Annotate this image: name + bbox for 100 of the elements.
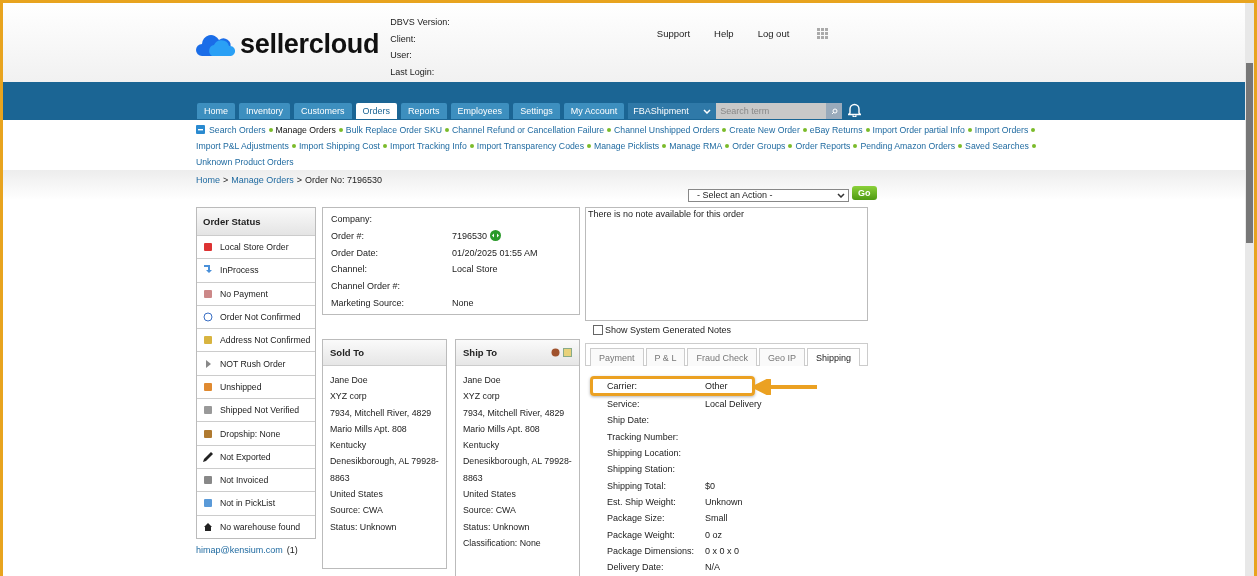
- field-value: Unknown: [705, 496, 743, 507]
- address-line: Jane Doe: [330, 374, 369, 387]
- field-label: Carrier:: [607, 381, 638, 391]
- logo-text[interactable]: sellercloud: [240, 29, 380, 60]
- breadcrumb-current: Order No: 7196530: [305, 175, 383, 187]
- square-icon: [203, 335, 213, 346]
- user-link[interactable]: himap@kensium.com: [196, 544, 283, 555]
- nav-tab[interactable]: Home: [197, 103, 235, 119]
- sub-nav-link[interactable]: Import Shipping Cost: [298, 141, 380, 151]
- field-label: Company:: [331, 214, 374, 224]
- square-icon: [203, 498, 213, 509]
- status-label: InProcess: [220, 265, 259, 276]
- sub-nav-link[interactable]: Import Orders: [974, 125, 1029, 135]
- bell-icon[interactable]: [848, 103, 862, 117]
- sub-nav-link[interactable]: Channel Refund or Cancellation Failure: [451, 125, 605, 135]
- nav-tab[interactable]: My Account: [563, 103, 625, 119]
- square-icon: [203, 405, 213, 416]
- action-select[interactable]: - Select an Action -: [688, 188, 849, 202]
- detail-tab[interactable]: Geo IP: [758, 348, 805, 366]
- sub-nav-link[interactable]: Import P&L Adjustments: [196, 141, 289, 151]
- status-label: Unshipped: [220, 381, 262, 392]
- field-value: Other: [705, 381, 728, 391]
- info-label: User:: [390, 50, 413, 60]
- sub-nav-link[interactable]: Order Reports: [795, 141, 851, 151]
- field-value: Local Store: [452, 264, 498, 275]
- sub-nav-link[interactable]: Import Transparency Codes: [476, 141, 584, 151]
- scrollbar-thumb[interactable]: [1246, 63, 1253, 243]
- field-label: Service:: [607, 399, 641, 410]
- collapse-icon[interactable]: [196, 125, 205, 134]
- checkbox[interactable]: [593, 325, 603, 335]
- status-label: Not in PickList: [220, 498, 276, 509]
- address-line: 7934, Mitchell River, 4829: [463, 406, 566, 420]
- address-line: Jane Doe: [463, 374, 502, 387]
- detail-tab[interactable]: Payment: [590, 348, 644, 366]
- sub-nav-link[interactable]: Import Order partial Info: [872, 125, 965, 135]
- address-line: Mario Mills Apt. 808: [330, 422, 408, 436]
- sub-nav-link[interactable]: Unknown Product Orders: [196, 157, 294, 167]
- user-count: (1): [286, 544, 298, 555]
- detail-tab[interactable]: Shipping: [806, 348, 860, 366]
- field-value: 01/20/2025 01:55 AM: [452, 247, 538, 258]
- sub-nav-link[interactable]: eBay Returns: [809, 125, 863, 135]
- sub-nav-link[interactable]: Create New Order: [729, 125, 800, 135]
- detail-tab[interactable]: P & L: [645, 348, 686, 366]
- arrows-icon[interactable]: [490, 230, 502, 242]
- sub-nav-link[interactable]: Saved Searches: [965, 141, 1029, 151]
- address-line: 8863: [463, 471, 484, 485]
- status-label: No Payment: [220, 288, 268, 299]
- nav-tab[interactable]: Customers: [294, 103, 352, 119]
- store-dropdown[interactable]: FBAShipment: [628, 103, 717, 119]
- field-value: None: [452, 298, 474, 308]
- sub-nav-link[interactable]: Order Groups: [732, 141, 786, 151]
- status-label: NOT Rush Order: [220, 358, 286, 369]
- sub-nav-link[interactable]: Search Orders: [209, 125, 266, 135]
- address-line: Denesikborough, AL 79928-: [463, 455, 572, 469]
- sub-nav-link[interactable]: Bulk Replace Order SKU: [345, 125, 442, 135]
- search-button[interactable]: [826, 103, 843, 119]
- address-line: Classification: None: [463, 536, 542, 550]
- field-label: Package Dimensions:: [607, 545, 696, 556]
- nav-tab[interactable]: Employees: [450, 103, 510, 119]
- address-line: 8863: [330, 471, 351, 485]
- sub-nav-link[interactable]: Import Tracking Info: [390, 141, 467, 151]
- field-value: 7196530: [452, 230, 488, 241]
- scrollbar[interactable]: [1245, 3, 1254, 576]
- address-line: United States: [463, 488, 517, 502]
- status-label: Local Store Order: [220, 242, 289, 253]
- arrow-icon: [203, 265, 213, 276]
- field-label: Delivery Date:: [607, 562, 665, 573]
- sub-nav-link[interactable]: Channel Unshipped Orders: [614, 125, 720, 135]
- panel-title: Order Status: [197, 208, 315, 235]
- info-label: DBVS Version:: [390, 17, 450, 27]
- field-label: Order #:: [331, 230, 365, 241]
- address-line: Status: Unknown: [463, 520, 531, 534]
- detail-tab[interactable]: Fraud Check: [687, 348, 757, 366]
- app-grid-icon[interactable]: [817, 27, 829, 39]
- status-label: Not Exported: [220, 451, 271, 462]
- sub-nav-link[interactable]: Pending Amazon Orders: [860, 141, 956, 151]
- nav-tab[interactable]: Orders: [355, 103, 398, 119]
- field-label: Est. Ship Weight:: [607, 496, 677, 507]
- field-value: N/A: [705, 562, 720, 573]
- sub-nav-link[interactable]: Manage Picklists: [594, 141, 660, 151]
- info-label: Client:: [390, 33, 417, 44]
- status-label: Order Not Confirmed: [220, 312, 301, 323]
- breadcrumb-link[interactable]: Manage Orders: [231, 175, 294, 187]
- nav-tab[interactable]: Inventory: [239, 103, 291, 119]
- sub-nav-link[interactable]: Manage RMA: [669, 141, 723, 151]
- breadcrumb-link[interactable]: Home: [196, 175, 220, 187]
- panel-title: Sold To: [330, 347, 365, 358]
- header-link[interactable]: Log out: [757, 27, 790, 39]
- nav-tab[interactable]: Settings: [513, 103, 560, 119]
- address-line: Kentucky: [463, 439, 501, 453]
- field-value: 0 x 0 x 0: [705, 545, 740, 556]
- house-icon: [203, 521, 213, 532]
- map-pin-icon[interactable]: [551, 348, 560, 357]
- sub-nav-link[interactable]: Manage Orders: [275, 125, 336, 135]
- header-link[interactable]: Help: [714, 27, 734, 39]
- nav-tab[interactable]: Reports: [401, 103, 447, 119]
- status-label: Not Invoiced: [220, 475, 269, 486]
- address-line: XYZ corp: [330, 390, 368, 404]
- header-link[interactable]: Support: [656, 27, 691, 39]
- field-label: Marketing Source:: [331, 298, 406, 308]
